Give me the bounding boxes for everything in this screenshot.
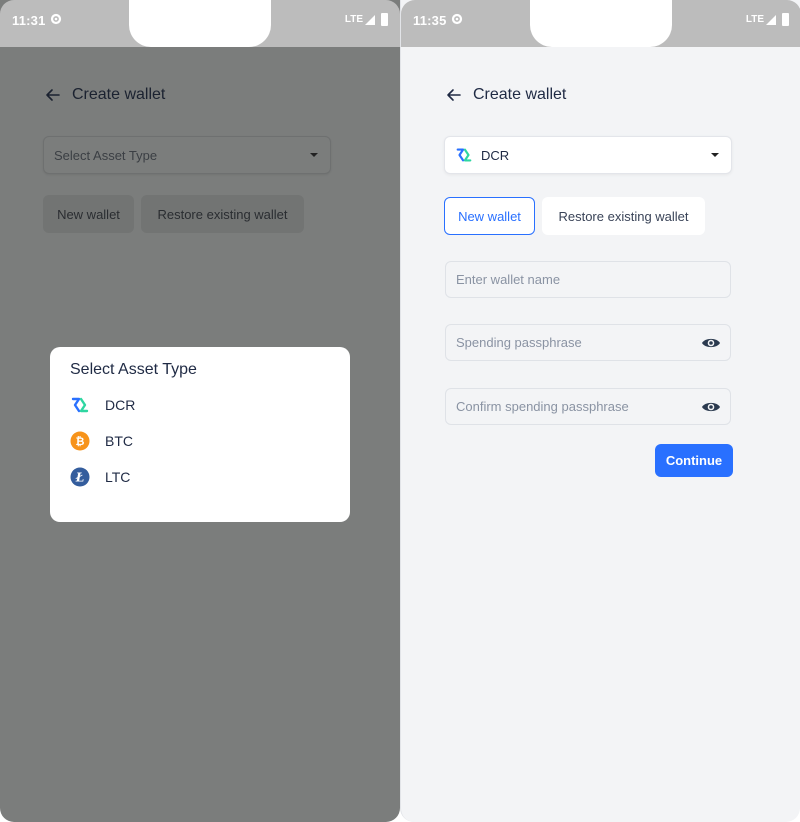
asset-type-dropdown[interactable]: DCR (444, 136, 732, 174)
status-bar: 11:35 LTE (401, 0, 800, 47)
new-wallet-tab[interactable]: New wallet (444, 197, 535, 235)
settings-gear-icon (50, 13, 62, 25)
ltc-icon: Ł (70, 467, 90, 487)
battery-icon (381, 13, 388, 26)
signal-icon (766, 15, 776, 25)
chevron-down-icon (711, 153, 719, 157)
wallet-name-input[interactable] (456, 272, 686, 287)
right-screen: 11:35 LTE Create wallet DCR New wallet R… (400, 0, 800, 822)
asset-type-value: DCR (481, 147, 510, 163)
page-title: Create wallet (72, 86, 166, 103)
spending-passphrase-input[interactable] (456, 335, 686, 350)
asset-type-modal: Select Asset Type DCR ₿ BTC Ł LTC (50, 347, 350, 522)
status-bar: 11:31 LTE (0, 0, 400, 47)
asset-option-ltc[interactable]: Ł LTC (70, 459, 330, 495)
btc-icon: ₿ (70, 431, 90, 451)
confirm-passphrase-input[interactable] (456, 399, 686, 414)
signal-icon (365, 15, 375, 25)
status-time: 11:35 (413, 13, 447, 28)
back-arrow-icon[interactable] (445, 86, 463, 104)
status-time: 11:31 (12, 13, 46, 28)
chevron-down-icon (310, 153, 318, 157)
continue-button[interactable]: Continue (655, 444, 733, 477)
back-arrow-icon[interactable] (44, 86, 62, 104)
spending-passphrase-field[interactable] (445, 324, 731, 361)
modal-title: Select Asset Type (70, 361, 197, 378)
left-screen: 11:31 LTE Create wallet Select Asset Typ… (0, 0, 400, 822)
asset-option-dcr[interactable]: DCR (70, 387, 330, 423)
battery-icon (782, 13, 789, 26)
eye-icon[interactable] (701, 334, 721, 352)
asset-type-dropdown[interactable]: Select Asset Type (43, 136, 331, 174)
new-wallet-button[interactable]: New wallet (43, 195, 134, 233)
svg-text:₿: ₿ (76, 435, 85, 448)
settings-gear-icon (451, 13, 463, 25)
display-notch (530, 0, 672, 47)
asset-option-label: DCR (105, 397, 136, 413)
svg-text:Ł: Ł (75, 471, 85, 485)
restore-wallet-button[interactable]: Restore existing wallet (141, 195, 304, 233)
asset-option-label: LTC (105, 469, 131, 485)
asset-option-label: BTC (105, 433, 133, 449)
page-header: Create wallet (44, 84, 165, 106)
dcr-icon (71, 397, 89, 413)
restore-wallet-tab[interactable]: Restore existing wallet (542, 197, 705, 235)
page-header: Create wallet (445, 84, 566, 106)
confirm-passphrase-field[interactable] (445, 388, 731, 425)
dcr-icon (456, 148, 472, 162)
network-type: LTE (344, 14, 363, 25)
page-title: Create wallet (473, 86, 567, 103)
display-notch (129, 0, 271, 47)
network-type: LTE (745, 14, 764, 25)
wallet-name-field[interactable] (445, 261, 731, 298)
asset-type-placeholder: Select Asset Type (54, 147, 158, 163)
eye-icon[interactable] (701, 398, 721, 416)
asset-option-btc[interactable]: ₿ BTC (70, 423, 330, 459)
